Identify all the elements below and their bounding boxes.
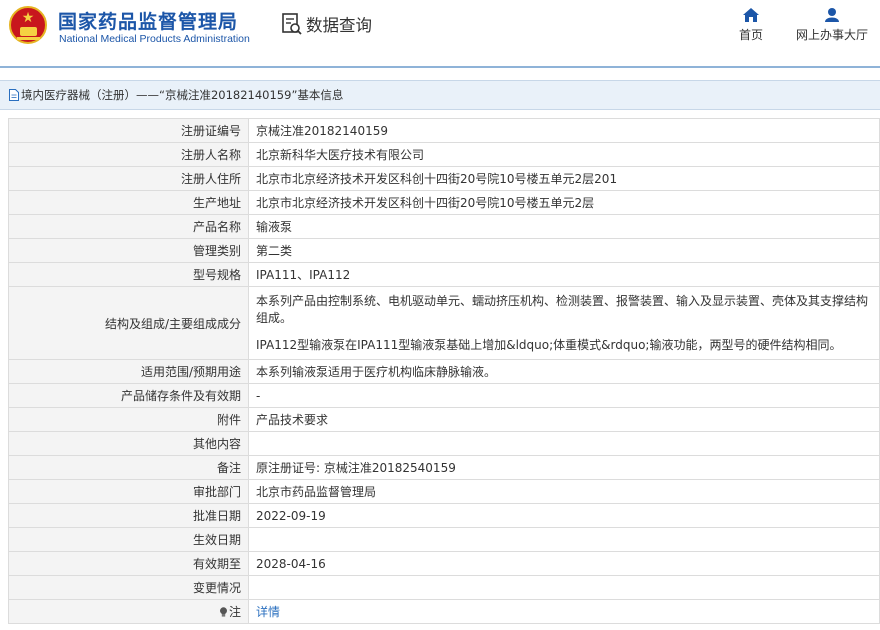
field-value: 北京市药品监督管理局 bbox=[248, 479, 880, 504]
field-label: 有效期至 bbox=[8, 551, 249, 576]
field-label: 注册人住所 bbox=[8, 166, 249, 191]
header-divider bbox=[0, 66, 880, 68]
breadcrumb: 境内医疗器械（注册）——“京械注准20182140159”基本信息 bbox=[0, 80, 880, 110]
field-value: 北京市北京经济技术开发区科创十四街20号院10号楼五单元2层201 bbox=[248, 166, 880, 191]
field-value: 2028-04-16 bbox=[248, 551, 880, 576]
data-query-label: 数据查询 bbox=[306, 16, 372, 35]
nav-home-label: 首页 bbox=[738, 28, 763, 42]
field-label: 产品储存条件及有效期 bbox=[8, 383, 249, 408]
field-value: 北京市北京经济技术开发区科创十四街20号院10号楼五单元2层 bbox=[248, 190, 880, 215]
field-label: 备注 bbox=[8, 455, 249, 480]
breadcrumb-text: 境内医疗器械（注册）——“京械注准20182140159”基本信息 bbox=[21, 88, 344, 102]
table-row: 产品储存条件及有效期 - bbox=[8, 383, 880, 408]
document-icon bbox=[9, 89, 19, 101]
table-row: 生产地址 北京市北京经济技术开发区科创十四街20号院10号楼五单元2层 bbox=[8, 190, 880, 215]
nav-online-service-hall-label: 网上办事大厅 bbox=[795, 28, 868, 42]
table-row: 附件 产品技术要求 bbox=[8, 407, 880, 432]
user-icon bbox=[825, 8, 839, 22]
field-label: 附件 bbox=[8, 407, 249, 432]
field-label: 生产地址 bbox=[8, 190, 249, 215]
field-value: 输液泵 bbox=[248, 214, 880, 239]
field-value: 京械注准20182140159 bbox=[248, 118, 880, 143]
table-row: 注册证编号 京械注准20182140159 bbox=[8, 118, 880, 143]
table-row: 管理类别 第二类 bbox=[8, 238, 880, 263]
table-row: 适用范围/预期用途 本系列输液泵适用于医疗机构临床静脉输液。 bbox=[8, 359, 880, 384]
table-row: 有效期至 2028-04-16 bbox=[8, 551, 880, 576]
field-value: 北京新科华大医疗技术有限公司 bbox=[248, 142, 880, 167]
document-search-icon bbox=[282, 13, 302, 35]
field-label: 生效日期 bbox=[8, 527, 249, 552]
field-value: 产品技术要求 bbox=[248, 407, 880, 432]
field-label: 批准日期 bbox=[8, 503, 249, 528]
nav-home[interactable]: 首页 bbox=[737, 8, 765, 43]
table-row: 批准日期 2022-09-19 bbox=[8, 503, 880, 528]
table-row: 型号规格 IPA111、IPA112 bbox=[8, 262, 880, 287]
field-label: 注册证编号 bbox=[8, 118, 249, 143]
field-value bbox=[248, 527, 880, 552]
field-value: 原注册证号: 京械注准20182540159 bbox=[248, 455, 880, 480]
field-label: 管理类别 bbox=[8, 238, 249, 263]
field-value: 本系列输液泵适用于医疗机构临床静脉输液。 bbox=[248, 359, 880, 384]
table-row: 其他内容 bbox=[8, 431, 880, 456]
table-row: 审批部门 北京市药品监督管理局 bbox=[8, 479, 880, 504]
table-row: 结构及组成/主要组成成分 本系列产品由控制系统、电机驱动单元、蠕动挤压机构、检测… bbox=[8, 286, 880, 360]
details-link[interactable]: 详情 bbox=[256, 605, 280, 619]
field-value: 本系列产品由控制系统、电机驱动单元、蠕动挤压机构、检测装置、报警装置、输入及显示… bbox=[248, 286, 880, 360]
structure-description-extra: IPA112型输液泵在IPA111型输液泵基础上增加&ldquo;体重模式&rd… bbox=[256, 337, 842, 352]
field-value: - bbox=[248, 383, 880, 408]
device-info-table: 注册证编号 京械注准20182140159 注册人名称 北京新科华大医疗技术有限… bbox=[8, 118, 880, 624]
field-value: 详情 bbox=[248, 599, 880, 624]
table-row: 注册人住所 北京市北京经济技术开发区科创十四街20号院10号楼五单元2层201 bbox=[8, 166, 880, 191]
table-row: 注 详情 bbox=[8, 599, 880, 624]
field-label: 产品名称 bbox=[8, 214, 249, 239]
lightbulb-icon bbox=[219, 607, 227, 617]
nav-online-service-hall[interactable]: 网上办事大厅 bbox=[795, 8, 869, 43]
field-label: 变更情况 bbox=[8, 575, 249, 600]
data-query-title[interactable]: 数据查询 bbox=[282, 12, 372, 36]
field-value: 2022-09-19 bbox=[248, 503, 880, 528]
agency-name-cn: 国家药品监督管理局 bbox=[58, 11, 239, 33]
field-label: 适用范围/预期用途 bbox=[8, 359, 249, 384]
field-label: 注 bbox=[228, 605, 241, 619]
field-value: IPA111、IPA112 bbox=[248, 262, 880, 287]
agency-name-en: National Medical Products Administration bbox=[59, 33, 250, 45]
table-row: 备注 原注册证号: 京械注准20182540159 bbox=[8, 455, 880, 480]
field-value: 第二类 bbox=[248, 238, 880, 263]
structure-description: 本系列产品由控制系统、电机驱动单元、蠕动挤压机构、检测装置、报警装置、输入及显示… bbox=[256, 293, 869, 325]
field-label: 型号规格 bbox=[8, 262, 249, 287]
field-label: 审批部门 bbox=[8, 479, 249, 504]
field-value bbox=[248, 575, 880, 600]
table-row: 变更情况 bbox=[8, 575, 880, 600]
national-emblem-icon: ★ bbox=[9, 6, 47, 44]
field-value bbox=[248, 431, 880, 456]
home-icon bbox=[743, 8, 759, 22]
field-label: 其他内容 bbox=[8, 431, 249, 456]
site-header: ★ 国家药品监督管理局 National Medical Products Ad… bbox=[0, 0, 880, 68]
table-row: 产品名称 输液泵 bbox=[8, 214, 880, 239]
field-label: 结构及组成/主要组成成分 bbox=[8, 286, 249, 360]
field-label: 注册人名称 bbox=[8, 142, 249, 167]
table-row: 注册人名称 北京新科华大医疗技术有限公司 bbox=[8, 142, 880, 167]
table-row: 生效日期 bbox=[8, 527, 880, 552]
note-label-cell: 注 bbox=[8, 599, 249, 624]
